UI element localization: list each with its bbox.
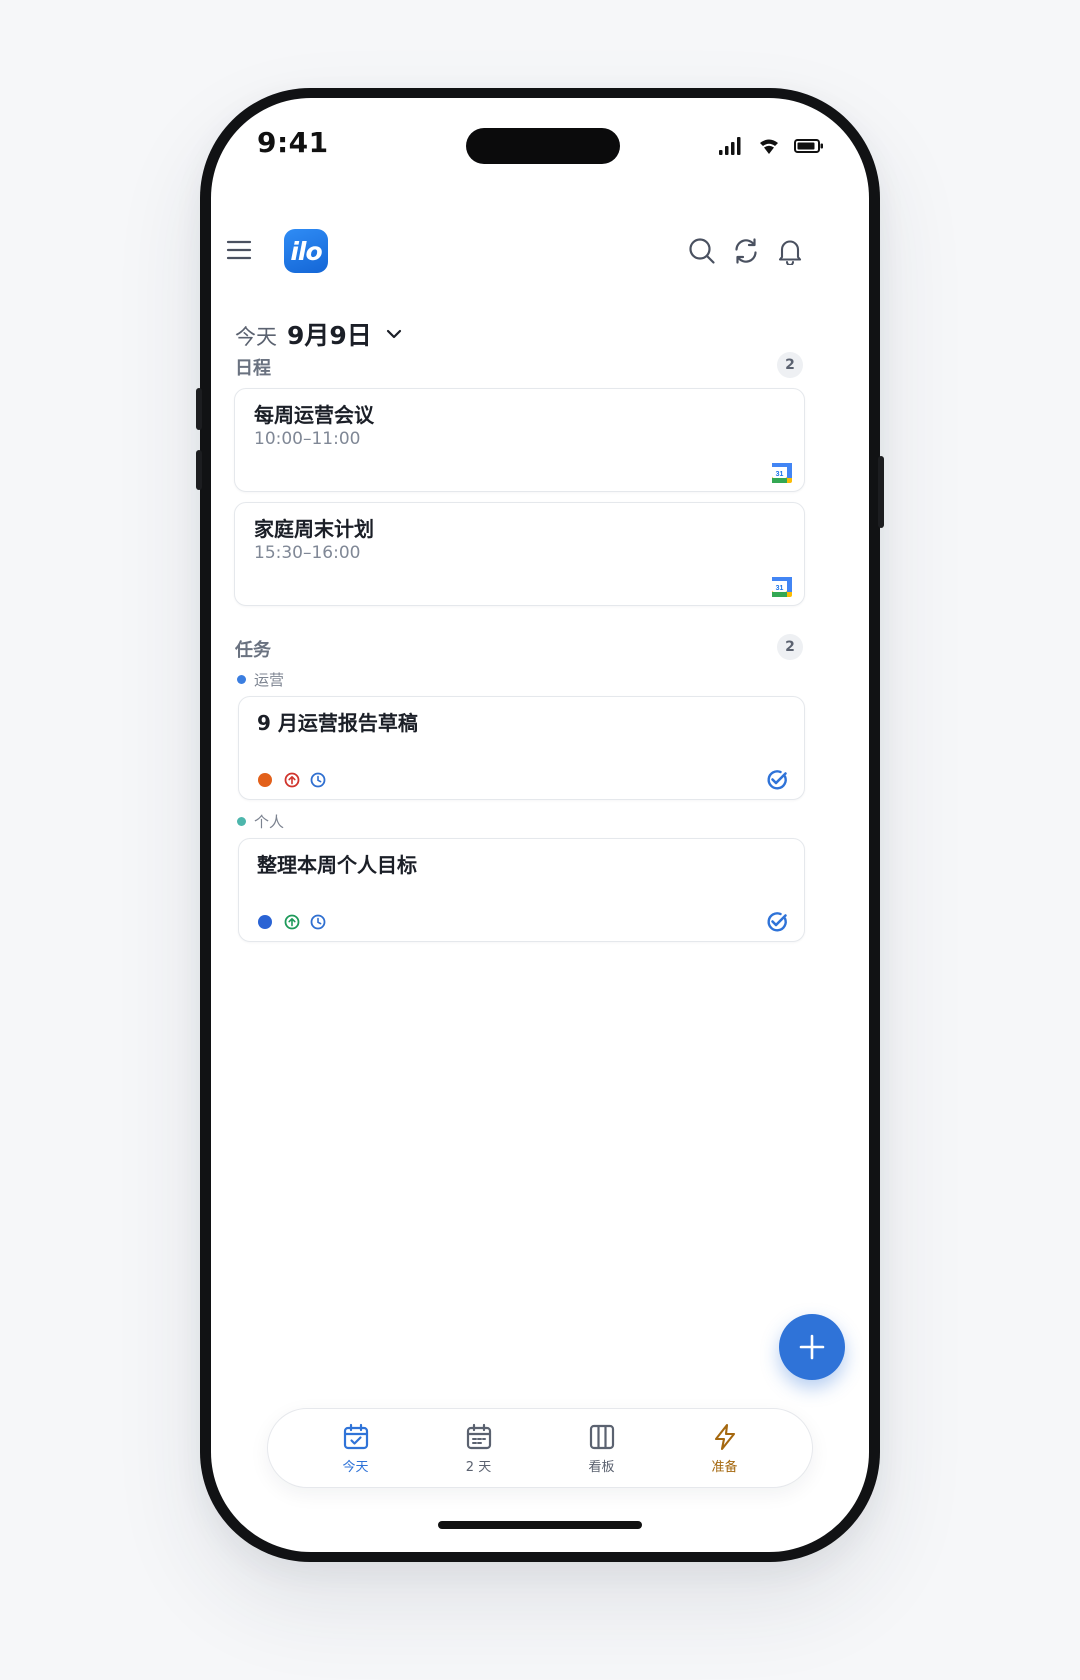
home-indicator [438, 1521, 642, 1529]
lightning-icon [714, 1423, 735, 1450]
schedule-count-badge: 2 [777, 352, 803, 378]
plus-icon [799, 1334, 825, 1360]
tasks-count-badge: 2 [777, 634, 803, 660]
app-logo-text: ilo [290, 236, 322, 266]
calendar-icon [466, 1423, 491, 1449]
status-dot-icon [258, 773, 272, 787]
clock-icon [310, 914, 326, 930]
task-meta-icons [258, 914, 326, 930]
date-today-label: 今天 [235, 325, 277, 349]
tab-label: 2 天 [465, 1459, 492, 1475]
task-group-label: 运营 [237, 669, 284, 690]
app-screen: 9:41 ilo 今天 9月9日 日程 2 每周运营会议 10:00–11:00… [211, 98, 869, 1552]
priority-high-icon [284, 772, 300, 788]
group-color-dot [237, 675, 246, 684]
task-card[interactable]: 整理本周个人目标 [238, 838, 805, 942]
event-card[interactable]: 每周运营会议 10:00–11:00 31 [234, 388, 805, 492]
add-button[interactable] [779, 1314, 845, 1380]
status-icons [719, 137, 823, 155]
tab-2-days[interactable]: 2 天 [439, 1422, 519, 1475]
group-name: 运营 [254, 671, 285, 689]
tab-label: 今天 [342, 1459, 369, 1475]
task-meta-icons [258, 772, 326, 788]
event-title: 家庭周末计划 [254, 517, 374, 541]
task-title: 整理本周个人目标 [257, 853, 417, 877]
power-button [878, 456, 884, 528]
bell-icon [778, 240, 802, 265]
check-circle-icon [767, 770, 787, 790]
task-card[interactable]: 9 月运营报告草稿 [238, 696, 805, 800]
tab-today[interactable]: 今天 [316, 1422, 396, 1475]
status-dot-icon [258, 915, 272, 929]
date-selector[interactable]: 今天 9月9日 [235, 316, 402, 352]
date-label: 9月9日 [287, 321, 372, 350]
task-title: 9 月运营报告草稿 [257, 711, 418, 735]
google-calendar-icon: 31 [772, 463, 792, 483]
menu-button[interactable] [219, 230, 259, 270]
battery-icon [794, 139, 823, 153]
calendar-check-icon [343, 1423, 368, 1449]
event-card[interactable]: 家庭周末计划 15:30–16:00 31 [234, 502, 805, 606]
app-logo: ilo [284, 229, 328, 273]
bottom-tab-bar: 今天 2 天 看板 准备 [267, 1408, 813, 1488]
sync-icon [735, 238, 757, 264]
search-button[interactable] [682, 231, 722, 271]
event-title: 每周运营会议 [254, 403, 374, 427]
search-icon [689, 238, 715, 264]
signal-icon [719, 137, 741, 155]
priority-normal-icon [284, 914, 300, 930]
wifi-icon [760, 139, 778, 154]
tab-label: 看板 [588, 1459, 615, 1475]
tasks-section-title: 任务 [235, 640, 271, 661]
event-time: 15:30–16:00 [254, 543, 361, 563]
status-time: 9:41 [257, 126, 329, 159]
sync-button[interactable] [726, 231, 766, 271]
task-group-label: 个人 [237, 811, 284, 832]
menu-icon [226, 240, 252, 260]
check-circle-icon [767, 912, 787, 932]
stage: 9:41 ilo 今天 9月9日 日程 2 每周运营会议 10:00–11:00… [0, 0, 1080, 1680]
group-color-dot [237, 817, 246, 826]
event-time: 10:00–11:00 [254, 429, 361, 449]
group-name: 个人 [254, 813, 285, 831]
gcal-date: 31 [776, 471, 784, 478]
schedule-section-title: 日程 [235, 358, 271, 379]
google-calendar-icon: 31 [772, 577, 792, 597]
tab-kanban[interactable]: 看板 [562, 1422, 642, 1475]
tab-prepare[interactable]: 准备 [685, 1422, 765, 1475]
chevron-down-icon [386, 329, 401, 339]
action-button [196, 388, 202, 430]
clock-icon [310, 772, 326, 788]
kanban-icon [589, 1424, 614, 1449]
tab-label: 准备 [711, 1459, 738, 1475]
notifications-button[interactable] [770, 231, 810, 271]
volume-button [196, 450, 202, 490]
gcal-date: 31 [776, 585, 784, 592]
dynamic-island [466, 128, 620, 164]
